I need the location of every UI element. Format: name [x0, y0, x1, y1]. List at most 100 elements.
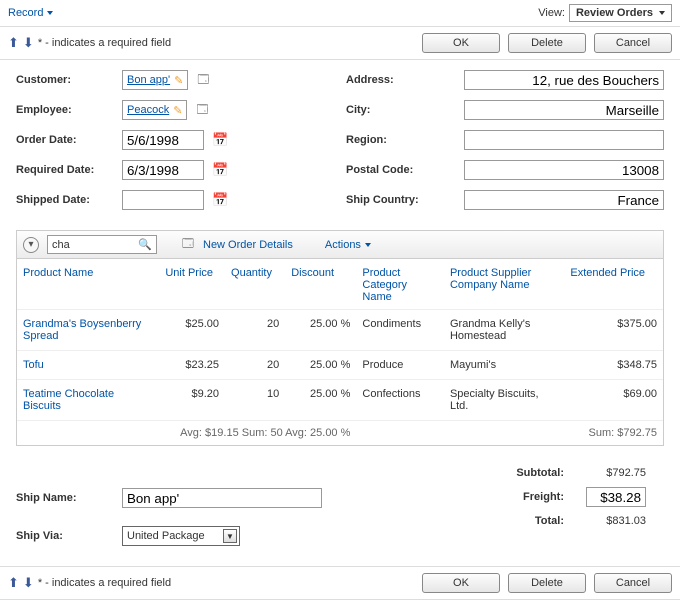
required-hint: * - indicates a required field: [38, 37, 171, 49]
cell-unit-price: $25.00: [159, 310, 225, 351]
caret-down-icon: [47, 11, 53, 15]
city-label: City:: [346, 104, 456, 116]
next-record-icon[interactable]: ⬇: [23, 575, 34, 591]
cell-extended: $375.00: [564, 310, 663, 351]
record-menu-label: Record: [8, 7, 43, 19]
cell-extended: $348.75: [564, 351, 663, 380]
search-input[interactable]: cha 🔍: [47, 235, 157, 254]
region-label: Region:: [346, 134, 456, 146]
cell-discount: 25.00 %: [285, 380, 356, 421]
grid-summary-left: Avg: $19.15 Sum: 50 Avg: 25.00 %: [159, 421, 356, 446]
magnifier-icon[interactable]: 🔍: [138, 238, 152, 251]
ok-button[interactable]: OK: [422, 33, 500, 53]
cell-extended: $69.00: [564, 380, 663, 421]
subtotal-label: Subtotal:: [508, 464, 572, 482]
cell-quantity: 20: [225, 310, 285, 351]
cell-category: Condiments: [356, 310, 444, 351]
next-record-icon[interactable]: ⬇: [23, 35, 34, 51]
product-link[interactable]: Teatime Chocolate Biscuits: [23, 388, 114, 412]
address-input[interactable]: [464, 70, 664, 90]
caret-down-icon: [365, 243, 371, 247]
cell-quantity: 20: [225, 351, 285, 380]
customer-label: Customer:: [16, 74, 114, 86]
actions-label: Actions: [325, 239, 361, 251]
table-row[interactable]: Tofu$23.252025.00 %ProduceMayumi's$348.7…: [17, 351, 663, 380]
new-order-details-link[interactable]: New Order Details: [203, 239, 293, 251]
grid-summary-right: Sum: $792.75: [564, 421, 663, 446]
cancel-button[interactable]: Cancel: [594, 573, 672, 593]
pencil-icon: ✎: [173, 104, 182, 117]
shipped-date-input[interactable]: [122, 190, 204, 210]
col-discount[interactable]: Discount: [285, 259, 356, 310]
employee-popup-icon[interactable]: 🗔: [195, 103, 209, 117]
delete-button[interactable]: Delete: [508, 573, 586, 593]
employee-lookup[interactable]: Peacock ✎: [122, 100, 187, 120]
col-quantity[interactable]: Quantity: [225, 259, 285, 310]
record-menu[interactable]: Record: [8, 7, 53, 19]
cell-quantity: 10: [225, 380, 285, 421]
postal-input[interactable]: [464, 160, 664, 180]
col-extended[interactable]: Extended Price: [564, 259, 663, 310]
prev-record-icon[interactable]: ⬆: [8, 575, 19, 591]
country-label: Ship Country:: [346, 194, 456, 206]
calendar-icon[interactable]: 📅: [212, 162, 228, 178]
subtotal-value: $792.75: [574, 464, 654, 482]
freight-label: Freight:: [508, 484, 572, 510]
city-input[interactable]: [464, 100, 664, 120]
calendar-icon[interactable]: 📅: [212, 192, 228, 208]
col-supplier[interactable]: Product Supplier Company Name: [444, 259, 564, 310]
cell-unit-price: $9.20: [159, 380, 225, 421]
address-label: Address:: [346, 74, 456, 86]
col-category[interactable]: Product Category Name: [356, 259, 444, 310]
region-input[interactable]: [464, 130, 664, 150]
cell-discount: 25.00 %: [285, 310, 356, 351]
view-dropdown-value: Review Orders: [576, 7, 653, 19]
search-value: cha: [52, 239, 70, 251]
ok-button[interactable]: OK: [422, 573, 500, 593]
view-dropdown[interactable]: Review Orders: [569, 4, 672, 22]
order-date-input[interactable]: [122, 130, 204, 150]
search-dropdown-icon[interactable]: ▾: [23, 237, 39, 253]
view-label: View:: [538, 7, 565, 19]
ship-name-input[interactable]: [122, 488, 322, 508]
customer-popup-icon[interactable]: 🗔: [196, 73, 210, 87]
ship-via-label: Ship Via:: [16, 530, 114, 542]
ship-via-dropdown[interactable]: United Package ▼: [122, 526, 240, 546]
cell-unit-price: $23.25: [159, 351, 225, 380]
employee-link[interactable]: Peacock: [127, 104, 169, 116]
required-date-label: Required Date:: [16, 164, 114, 176]
shipped-date-label: Shipped Date:: [16, 194, 114, 206]
cell-supplier: Specialty Biscuits, Ltd.: [444, 380, 564, 421]
required-date-input[interactable]: [122, 160, 204, 180]
cell-supplier: Grandma Kelly's Homestead: [444, 310, 564, 351]
cell-category: Confections: [356, 380, 444, 421]
col-unit-price[interactable]: Unit Price: [159, 259, 225, 310]
product-link[interactable]: Grandma's Boysenberry Spread: [23, 318, 141, 342]
country-input[interactable]: [464, 190, 664, 210]
customer-lookup[interactable]: Bon app' ✎: [122, 70, 188, 90]
dropdown-button-icon[interactable]: ▼: [223, 529, 237, 543]
prev-record-icon[interactable]: ⬆: [8, 35, 19, 51]
ship-via-value: United Package: [127, 530, 217, 542]
total-value: $831.03: [574, 512, 654, 530]
calendar-icon[interactable]: 📅: [212, 132, 228, 148]
new-details-icon[interactable]: 🗔: [181, 238, 195, 252]
required-hint: * - indicates a required field: [38, 577, 171, 589]
ship-name-label: Ship Name:: [16, 492, 114, 504]
cell-supplier: Mayumi's: [444, 351, 564, 380]
actions-menu[interactable]: Actions: [325, 239, 371, 251]
table-row[interactable]: Teatime Chocolate Biscuits $9.201025.00 %…: [17, 380, 663, 421]
cancel-button[interactable]: Cancel: [594, 33, 672, 53]
table-row[interactable]: Grandma's Boysenberry Spread $25.002025.0…: [17, 310, 663, 351]
employee-label: Employee:: [16, 104, 114, 116]
order-date-label: Order Date:: [16, 134, 114, 146]
total-label: Total:: [508, 512, 572, 530]
col-product[interactable]: Product Name: [17, 259, 159, 310]
order-details-grid: ▾ cha 🔍 🗔 New Order Details Actions Prod…: [16, 230, 664, 446]
product-link[interactable]: Tofu: [23, 359, 44, 371]
customer-link[interactable]: Bon app': [127, 74, 170, 86]
cell-discount: 25.00 %: [285, 351, 356, 380]
pencil-icon: ✎: [174, 74, 183, 87]
freight-input[interactable]: [586, 487, 646, 507]
delete-button[interactable]: Delete: [508, 33, 586, 53]
